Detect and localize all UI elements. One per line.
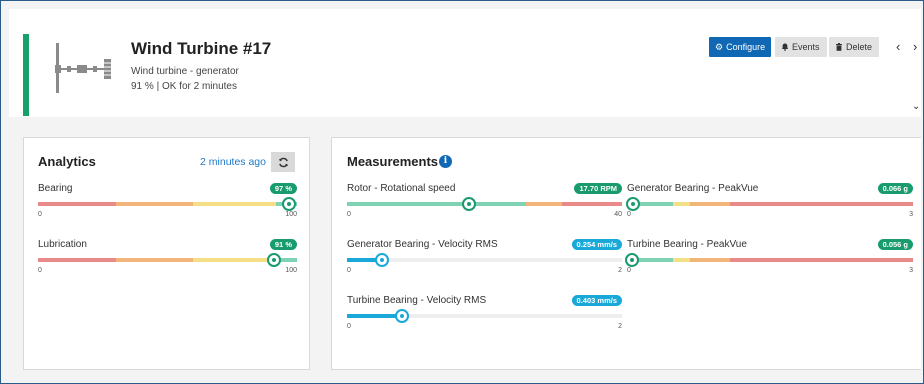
metric-range-track xyxy=(626,197,913,211)
status-indicator-bar xyxy=(23,34,29,116)
metric-axis-max: 3 xyxy=(909,211,913,218)
asset-status-text: 91 % | OK for 2 minutes xyxy=(131,81,237,92)
measurements-title: Measurements xyxy=(347,154,439,169)
metric-label: Turbine Bearing - Velocity RMS xyxy=(347,295,487,306)
bell-icon xyxy=(781,43,789,51)
metric-axis-max: 100 xyxy=(285,211,297,218)
metric-value-marker xyxy=(282,197,297,211)
metric-axis-max: 100 xyxy=(285,267,297,274)
metric-axis-min: 0 xyxy=(627,211,631,218)
configure-button-label: Configure xyxy=(726,42,766,52)
metric-item: Bearing 97 % 0 100 xyxy=(38,183,297,233)
metric-label: Generator Bearing - PeakVue xyxy=(627,183,759,194)
metric-range-segment xyxy=(525,202,562,206)
metric-value-badge: 0.066 g xyxy=(877,183,913,194)
metric-axis-min: 0 xyxy=(347,211,351,218)
trash-icon xyxy=(836,43,842,51)
asset-header: Wind Turbine #17 Wind turbine - generato… xyxy=(9,9,921,117)
metric-label: Lubrication xyxy=(38,239,87,250)
refresh-icon xyxy=(278,157,288,167)
wind-turbine-icon xyxy=(55,43,111,93)
configure-button[interactable]: ⚙ Configure xyxy=(709,37,771,57)
metric-value-badge: 97 % xyxy=(269,183,297,194)
metric-range-track xyxy=(625,253,913,267)
metric-range-track xyxy=(347,309,622,323)
previous-asset-button[interactable]: ‹ xyxy=(896,37,900,57)
refresh-button[interactable] xyxy=(271,152,295,172)
metric-value-marker xyxy=(461,197,476,211)
metric-range-track xyxy=(38,197,297,211)
next-asset-button[interactable]: › xyxy=(913,37,917,57)
app-frame: Wind Turbine #17 Wind turbine - generato… xyxy=(0,0,924,384)
metric-axis-min: 0 xyxy=(38,211,42,218)
metric-axis-min: 0 xyxy=(347,323,351,330)
metric-range-track xyxy=(38,253,297,267)
measurements-panel: Measurements i Rotor - Rotational speed 1… xyxy=(331,137,921,370)
metric-range-segment xyxy=(193,202,277,206)
asset-subtitle: Wind turbine - generator xyxy=(131,66,239,77)
asset-title: Wind Turbine #17 xyxy=(131,39,272,58)
metric-range-segment xyxy=(38,202,116,206)
metric-axis-min: 0 xyxy=(627,267,631,274)
metric-item: Generator Bearing - PeakVue 0.066 g 0 3 xyxy=(626,183,913,233)
delete-button-label: Delete xyxy=(846,42,873,52)
metric-label: Turbine Bearing - PeakVue xyxy=(627,239,747,250)
metric-value-marker xyxy=(626,197,641,211)
metric-item: Turbine Bearing - Velocity RMS 0.403 mm/s… xyxy=(347,295,622,345)
analytics-panel: Analytics 2 minutes ago Bearing 97 % 0 100 L… xyxy=(23,137,310,370)
metric-value-marker xyxy=(395,309,410,323)
metric-axis-min: 0 xyxy=(347,267,351,274)
metric-value-marker xyxy=(625,253,640,267)
metric-range-segment xyxy=(729,258,913,262)
metric-range-segment xyxy=(347,202,526,206)
delete-button[interactable]: Delete xyxy=(829,37,879,57)
metric-axis-min: 0 xyxy=(38,267,42,274)
events-button[interactable]: Events xyxy=(775,37,827,57)
metric-range-segment xyxy=(672,202,690,206)
analytics-title: Analytics xyxy=(38,154,96,169)
metric-item: Rotor - Rotational speed 17.70 RPM 0 40 xyxy=(347,183,622,233)
metric-label: Generator Bearing - Velocity RMS xyxy=(347,239,498,250)
metric-range-segment xyxy=(729,202,913,206)
metric-range-segment xyxy=(561,202,622,206)
metric-range-segment xyxy=(347,314,403,318)
metric-value-badge: 91 % xyxy=(269,239,297,250)
metric-range-segment xyxy=(115,258,194,262)
metric-range-segment xyxy=(689,258,730,262)
expand-chevron-icon[interactable]: ⌄ xyxy=(912,101,920,112)
metric-range-track xyxy=(347,253,622,267)
metric-range-segment xyxy=(115,202,194,206)
metric-value-marker xyxy=(266,253,281,267)
metric-range-segment xyxy=(38,258,116,262)
metric-value-marker xyxy=(374,253,389,267)
metric-axis-max: 2 xyxy=(618,323,622,330)
metric-value-badge: 0.254 mm/s xyxy=(571,239,622,250)
last-updated-link[interactable]: 2 minutes ago xyxy=(200,156,266,168)
metric-item: Generator Bearing - Velocity RMS 0.254 mm… xyxy=(347,239,622,289)
metric-value-badge: 0.056 g xyxy=(877,239,913,250)
events-button-label: Events xyxy=(792,42,820,52)
metric-axis-max: 2 xyxy=(618,267,622,274)
metric-label: Bearing xyxy=(38,183,73,194)
metric-range-segment xyxy=(193,258,277,262)
metric-label: Rotor - Rotational speed xyxy=(347,183,456,194)
metric-range-track xyxy=(347,197,622,211)
metric-item: Turbine Bearing - PeakVue 0.056 g 0 3 xyxy=(625,239,913,289)
metric-axis-max: 40 xyxy=(614,211,622,218)
metric-axis-max: 3 xyxy=(909,267,913,274)
metric-item: Lubrication 91 % 0 100 xyxy=(38,239,297,289)
metric-value-badge: 17.70 RPM xyxy=(574,183,622,194)
metric-range-segment xyxy=(689,202,730,206)
metric-value-badge: 0.403 mm/s xyxy=(571,295,622,306)
info-icon[interactable]: i xyxy=(439,155,452,168)
metric-range-segment xyxy=(672,258,690,262)
gear-icon: ⚙ xyxy=(715,42,724,52)
